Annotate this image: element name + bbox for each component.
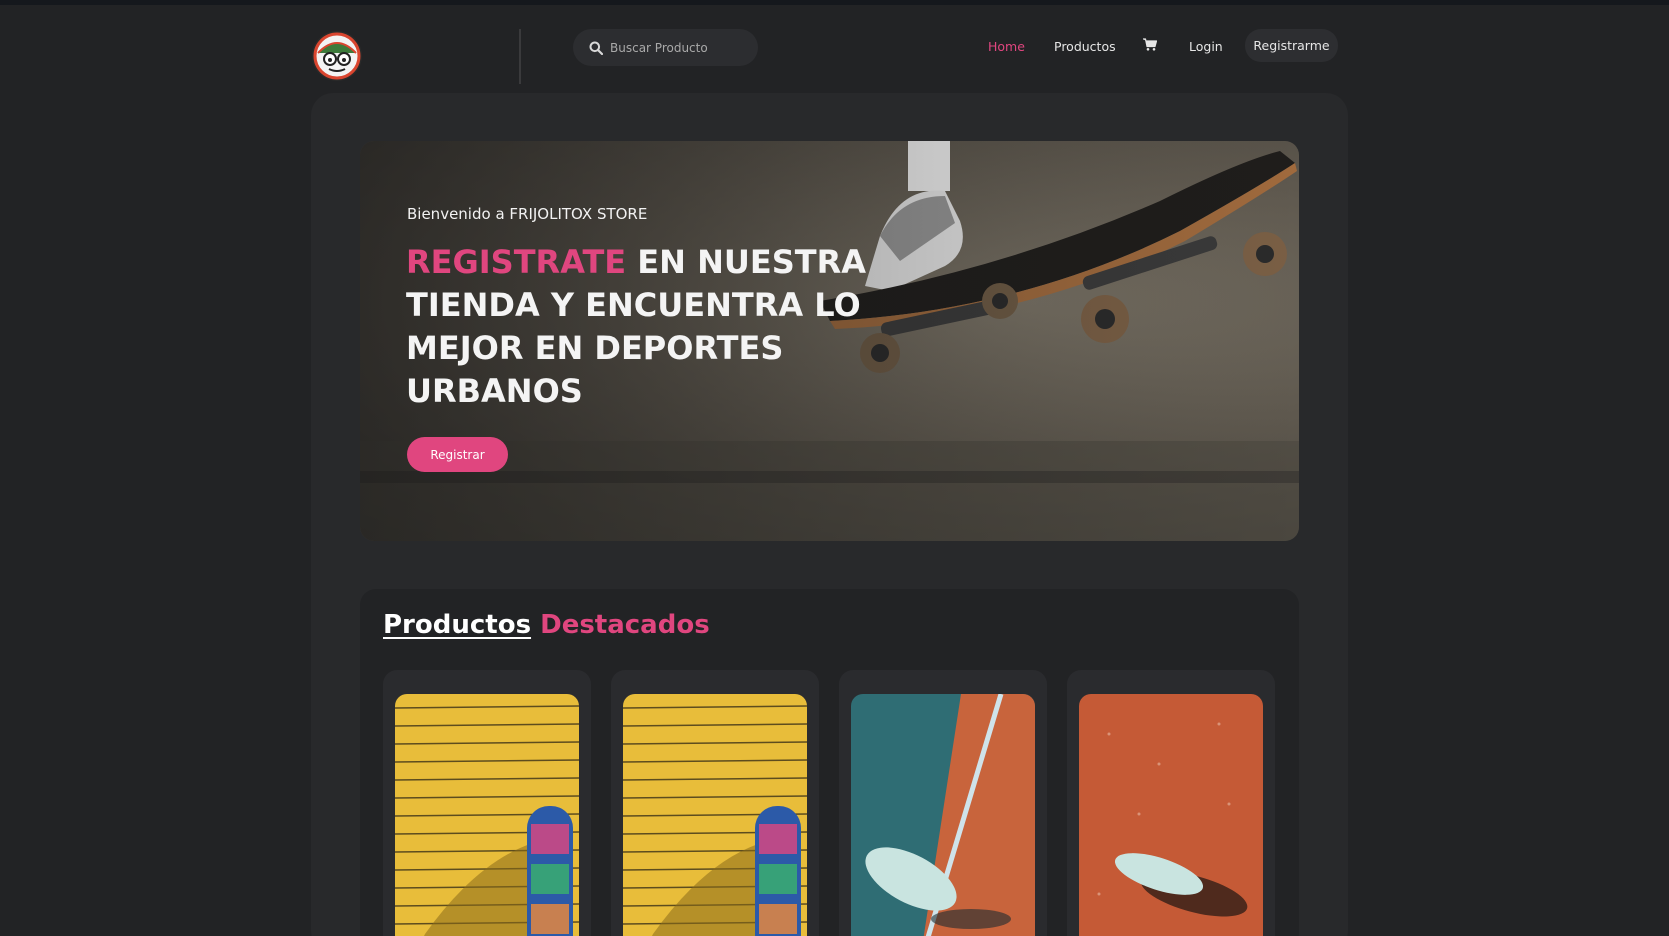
search-icon: [589, 41, 603, 55]
featured-title-word2: Destacados: [540, 610, 710, 640]
product-image: [623, 694, 807, 936]
product-card[interactable]: [383, 670, 591, 936]
product-image: [395, 694, 579, 936]
featured-title-word1: Productos: [383, 610, 532, 640]
header-divider: [519, 29, 521, 84]
nav-products[interactable]: Productos: [1054, 39, 1116, 54]
hero-title-accent: REGISTRATE: [406, 243, 627, 281]
nav-home[interactable]: Home: [988, 39, 1025, 54]
product-card[interactable]: [1067, 670, 1275, 936]
product-card[interactable]: [611, 670, 819, 936]
product-image: [851, 694, 1035, 936]
product-image: [1079, 694, 1263, 936]
nav-login[interactable]: Login: [1189, 39, 1223, 54]
hero-welcome-text: Bienvenido a FRIJOLITOX STORE: [407, 205, 648, 223]
site-header: Home Productos Login Registrarme: [0, 5, 1669, 90]
product-card[interactable]: [839, 670, 1047, 936]
search-input[interactable]: [610, 40, 750, 55]
hero-title: REGISTRATE EN NUESTRA TIENDA Y ENCUENTRA…: [406, 241, 866, 413]
logo-icon[interactable]: [312, 31, 362, 81]
featured-title: Productos Destacados: [383, 610, 710, 640]
hero-banner: Bienvenido a FRIJOLITOX STORE REGISTRATE…: [360, 141, 1299, 541]
cart-icon[interactable]: [1143, 38, 1158, 54]
hero-register-button[interactable]: Registrar: [407, 437, 508, 472]
search-bar[interactable]: [573, 29, 758, 66]
register-button[interactable]: Registrarme: [1245, 29, 1338, 62]
